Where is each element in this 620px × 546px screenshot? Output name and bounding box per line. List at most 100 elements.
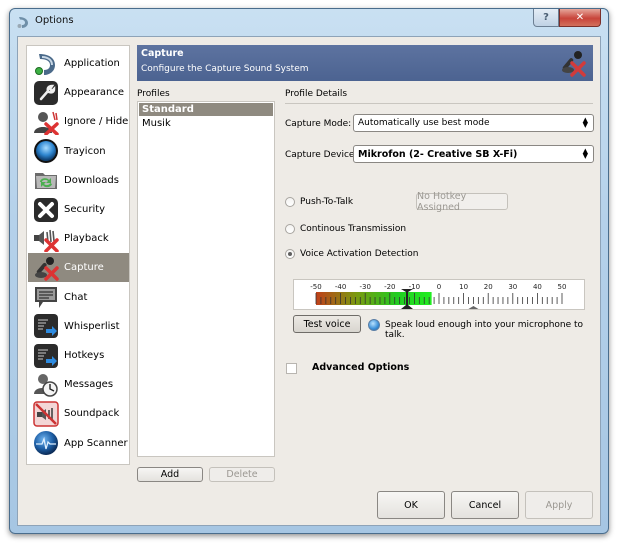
options-window: Options ? ✕ Application Appearance Ignore … (9, 8, 609, 534)
security-x-icon (32, 196, 59, 223)
cancel-button[interactable]: Cancel (451, 491, 519, 519)
voice-activation-label: Voice Activation Detection (300, 249, 419, 259)
dialog-body: Application Appearance Ignore / Hide Trayic… (17, 36, 601, 526)
speaker-muted-icon (32, 225, 59, 252)
sidebar-item-label: Soundpack (64, 408, 120, 420)
page-header: Capture Configure the Capture Sound Syst… (137, 45, 593, 81)
sidebar-item-chat[interactable]: Chat (28, 283, 129, 312)
push-to-talk-option[interactable]: Push-To-Talk (285, 197, 353, 207)
close-button[interactable]: ✕ (559, 9, 601, 27)
user-blocked-icon (32, 108, 59, 135)
sidebar-item-application[interactable]: Application (28, 49, 129, 78)
sidebar-item-label: Ignore / Hide (64, 116, 129, 128)
status-message: Speak loud enough into your microphone t… (385, 320, 584, 340)
ok-button[interactable]: OK (377, 491, 445, 519)
sidebar-item-hotkeys[interactable]: Hotkeys (28, 341, 129, 370)
sidebar-item-label: Application (64, 58, 120, 69)
sidebar-item-security[interactable]: Security (28, 195, 129, 224)
profiles-label: Profiles (137, 89, 170, 99)
whisperlist-icon (32, 313, 59, 340)
voice-activation-radio[interactable] (285, 249, 295, 259)
sidebar-item-label: Trayicon (64, 145, 106, 157)
apply-button[interactable]: Apply (525, 491, 593, 519)
capture-mode-value: Automatically use best mode (358, 118, 490, 128)
status-indicator-icon (368, 319, 380, 331)
continuous-transmission-label: Continous Transmission (300, 224, 407, 234)
window-title: Options (35, 15, 74, 26)
sidebar-item-playback[interactable]: Playback (28, 224, 129, 253)
soundpack-muted-icon (32, 400, 59, 427)
push-to-talk-radio[interactable] (285, 197, 295, 207)
user-clock-icon (32, 371, 59, 398)
page-title: Capture (141, 48, 184, 59)
capture-device-value: Mikrofon (2- Creative SB X-Fi) (358, 148, 518, 160)
sidebar-item-app-scanner[interactable]: App Scanner (28, 429, 129, 458)
profile-item-musik[interactable]: Musik (139, 117, 273, 130)
sidebar-item-label: Security (64, 204, 106, 215)
microphone-muted-icon (32, 254, 59, 281)
sidebar-item-label: Capture (64, 262, 104, 274)
sidebar-item-label: Hotkeys (64, 350, 105, 361)
hotkey-button[interactable]: No Hotkey Assigned (416, 191, 508, 213)
tick-label: -50 (310, 283, 321, 291)
hotkeys-icon (32, 342, 59, 369)
capture-mode-label: Capture Mode: (285, 119, 352, 129)
chat-bubble-icon (32, 284, 59, 311)
sidebar-item-label: Playback (64, 233, 109, 245)
advanced-options-label[interactable]: Advanced Options (312, 362, 409, 373)
category-list[interactable]: Application Appearance Ignore / Hide Trayic… (26, 45, 130, 465)
tick-label: -30 (359, 283, 370, 291)
profile-item-standard[interactable]: Standard (139, 103, 273, 116)
sidebar-item-trayicon[interactable]: Trayicon (28, 137, 129, 166)
sidebar-item-capture[interactable]: Capture (28, 253, 129, 283)
tick-label: 0 (437, 283, 441, 291)
updown-arrow-icon: ▲ ▼ (582, 147, 588, 160)
capture-mode-select[interactable]: Automatically use best mode ▲ ▼ (353, 114, 594, 132)
tick-label: 40 (533, 283, 542, 291)
folder-sync-icon (32, 167, 59, 194)
level-marker (468, 306, 479, 309)
sidebar-item-soundpack[interactable]: Soundpack (28, 399, 129, 428)
teamspeak-logo-icon (32, 50, 59, 77)
sidebar-item-whisperlist[interactable]: Whisperlist (28, 312, 129, 341)
profile-details-label: Profile Details (285, 89, 348, 99)
tick-label: 30 (508, 283, 517, 291)
voice-activation-meter[interactable]: -50 -40 -30 -20 -10 0 10 20 30 40 50 (293, 279, 585, 310)
tick-label: -20 (384, 283, 395, 291)
tick-label: -40 (335, 283, 346, 291)
tick-label: 50 (558, 283, 567, 291)
voice-activation-option[interactable]: Voice Activation Detection (285, 249, 418, 259)
test-voice-button[interactable]: Test voice (293, 315, 361, 333)
sidebar-item-label: Chat (64, 291, 88, 303)
divider (285, 103, 593, 104)
sidebar-item-appearance[interactable]: Appearance (28, 78, 129, 107)
continuous-transmission-option[interactable]: Continous Transmission (285, 224, 406, 234)
sidebar-item-label: Appearance (64, 87, 125, 99)
sidebar-item-downloads[interactable]: Downloads (28, 166, 129, 195)
app-scanner-icon (32, 430, 59, 457)
tick-label: 20 (484, 283, 493, 291)
profiles-list[interactable]: Standard Musik (137, 101, 275, 457)
tick-label: 10 (459, 283, 468, 291)
sidebar-item-label: Whisperlist (64, 320, 120, 332)
sidebar-item-label: App Scanner (64, 437, 128, 449)
page-subtitle: Configure the Capture Sound System (141, 64, 309, 74)
advanced-options-checkbox[interactable] (286, 363, 297, 374)
title-bar: Options ? ✕ (10, 9, 608, 35)
level-meter-graphic: -50 -40 -30 -20 -10 0 10 20 30 40 50 (310, 283, 567, 309)
sidebar-item-label: Downloads (64, 174, 119, 186)
capture-device-label: Capture Device: (285, 150, 358, 160)
capture-device-select[interactable]: Mikrofon (2- Creative SB X-Fi) ▲ ▼ (353, 145, 594, 163)
delete-profile-button[interactable]: Delete (209, 467, 275, 482)
push-to-talk-label: Push-To-Talk (300, 197, 354, 207)
teamspeak-icon (17, 17, 28, 28)
sidebar-item-ignore-hide[interactable]: Ignore / Hide (28, 107, 129, 136)
sidebar-item-label: Messages (64, 379, 114, 391)
wrench-icon (32, 79, 59, 106)
continuous-transmission-radio[interactable] (285, 224, 295, 234)
add-profile-button[interactable]: Add (137, 467, 203, 482)
blue-orb-icon (32, 138, 59, 165)
help-button[interactable]: ? (533, 9, 559, 27)
sidebar-item-messages[interactable]: Messages (28, 370, 129, 399)
updown-arrow-icon: ▲ ▼ (582, 116, 588, 129)
